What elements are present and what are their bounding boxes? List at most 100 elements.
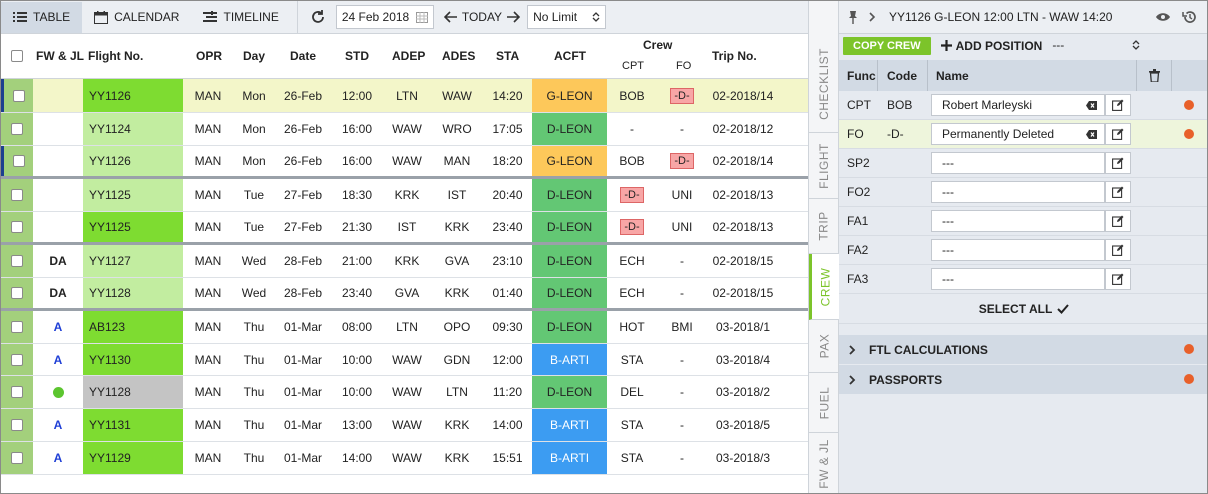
table-row[interactable]: DA YY1128 MAN Wed 28-Feb 23:40 GVA KRK 01:40 D-LE… [1,278,808,311]
fo-cell[interactable]: - [657,344,707,375]
add-position-button[interactable]: ADD POSITION [940,39,1042,53]
trip-cell[interactable]: 02-2018/13 [707,179,779,211]
fwjl-cell[interactable]: DA [33,278,83,308]
edit-button[interactable] [1105,94,1131,116]
trip-cell[interactable]: 02-2018/12 [707,113,779,145]
table-row[interactable]: A YY1130 MAN Thu 01-Mar 10:00 WAW GDN 12:00 B-ART… [1,344,808,376]
arrow-right-icon[interactable] [506,11,521,23]
tab-fw-jl[interactable]: FW & JL [809,433,839,493]
fo-cell[interactable]: UNI [657,179,707,211]
table-row[interactable]: YY1125 MAN Tue 27-Feb 18:30 KRK IST 20:40 D-LEON… [1,179,808,212]
tab-flight[interactable]: FLIGHT [809,133,839,199]
aircraft-cell[interactable]: D-LEON [532,278,607,308]
cpt-cell[interactable]: -D- [607,179,657,211]
trip-cell[interactable]: 02-2018/15 [707,278,779,308]
table-row[interactable]: A YY1129 MAN Thu 01-Mar 14:00 WAW KRK 15:51 B-ART… [1,442,808,475]
col-adep[interactable]: ADEP [392,49,425,63]
fo-cell[interactable]: - [657,245,707,277]
aircraft-cell[interactable]: D-LEON [532,245,607,277]
select-all-checkbox[interactable] [11,50,23,62]
cpt-cell[interactable]: BOB [607,146,657,176]
aircraft-cell[interactable]: D-LEON [532,179,607,211]
aircraft-cell[interactable]: D-LEON [532,113,607,145]
trip-cell[interactable]: 03-2018/3 [707,442,779,474]
cpt-cell[interactable]: STA [607,344,657,375]
position-select[interactable]: --- [1052,37,1142,55]
flight-number-cell[interactable]: YY1129 [83,442,183,474]
edit-button[interactable] [1105,181,1131,203]
row-checkbox[interactable] [11,221,23,233]
aircraft-cell[interactable]: B-ARTI [532,344,607,375]
fo-cell[interactable]: -D- [657,146,707,176]
fwjl-cell[interactable] [33,212,83,242]
edit-button[interactable] [1105,210,1131,232]
fwjl-cell[interactable] [33,79,83,112]
trip-cell[interactable]: 02-2018/15 [707,245,779,277]
pin-icon[interactable] [847,10,859,24]
table-view-button[interactable]: TABLE [1,1,83,33]
col-cpt[interactable]: CPT [622,60,644,72]
table-row[interactable]: DA YY1127 MAN Wed 28-Feb 21:00 KRK GVA 23:10 D-LE… [1,245,808,278]
date-picker[interactable]: 24 Feb 2018 [335,5,434,29]
crew-name-input[interactable]: --- [931,268,1105,290]
aircraft-cell[interactable]: D-LEON [532,376,607,408]
fwjl-cell[interactable]: A [33,409,83,441]
trip-cell[interactable]: 03-2018/2 [707,376,779,408]
cpt-cell[interactable]: -D- [607,212,657,242]
fo-cell[interactable]: - [657,278,707,308]
calendar-view-button[interactable]: CALENDAR [82,2,191,33]
tab-crew[interactable]: CREW [809,254,839,320]
chevron-right-icon[interactable] [867,11,877,23]
aircraft-cell[interactable]: B-ARTI [532,442,607,474]
row-checkbox[interactable] [12,155,25,167]
col-trip[interactable]: Trip No. [712,49,757,63]
aircraft-cell[interactable]: G-LEON [532,146,607,176]
flight-number-cell[interactable]: YY1125 [83,212,183,242]
row-checkbox[interactable] [11,189,23,201]
flight-number-cell[interactable]: YY1125 [83,179,183,211]
fo-cell[interactable]: - [657,409,707,441]
cpt-cell[interactable]: STA [607,442,657,474]
col-std[interactable]: STD [345,49,369,63]
table-row[interactable]: YY1125 MAN Tue 27-Feb 21:30 IST KRK 23:40 D-LEON… [1,212,808,245]
flight-number-cell[interactable]: YY1128 [83,278,183,308]
edit-button[interactable] [1105,123,1131,145]
flight-number-cell[interactable]: YY1130 [83,344,183,375]
fo-cell[interactable]: - [657,113,707,145]
fwjl-cell[interactable]: A [33,344,83,375]
flight-number-cell[interactable]: YY1131 [83,409,183,441]
col-fwjl[interactable]: FW & JL [36,49,84,63]
table-row[interactable]: YY1126 MAN Mon 26-Feb 16:00 WAW MAN 18:20 G-LEON… [1,146,808,179]
fo-cell[interactable]: -D- [657,79,707,112]
arrow-left-icon[interactable] [443,11,458,23]
fwjl-cell[interactable]: A [33,442,83,474]
fwjl-cell[interactable] [33,146,83,176]
trash-icon[interactable] [1149,69,1160,82]
tab-fuel[interactable]: FUEL [809,373,839,433]
trip-cell[interactable]: 02-2018/13 [707,212,779,242]
col-flight[interactable]: Flight No. [88,49,143,63]
aircraft-cell[interactable]: G-LEON [532,79,607,112]
refresh-icon[interactable] [310,9,326,25]
row-checkbox[interactable] [11,123,23,135]
row-checkbox[interactable] [11,386,23,398]
cpt-cell[interactable]: STA [607,409,657,441]
trip-cell[interactable]: 03-2018/5 [707,409,779,441]
edit-button[interactable] [1105,268,1131,290]
table-row[interactable]: YY1128 MAN Thu 01-Mar 10:00 WAW LTN 11:20 D-LEON… [1,376,808,409]
table-row[interactable]: A YY1131 MAN Thu 01-Mar 13:00 WAW KRK 14:00 B-ART… [1,409,808,442]
flight-number-cell[interactable]: YY1128 [83,376,183,408]
fo-cell[interactable]: BMI [657,311,707,343]
cpt-cell[interactable]: ECH [607,245,657,277]
edit-button[interactable] [1105,239,1131,261]
row-checkbox[interactable] [11,287,23,299]
col-fo[interactable]: FO [676,60,691,72]
crew-name-input[interactable]: Permanently Deleted [931,123,1105,145]
flight-number-cell[interactable]: YY1124 [83,113,183,145]
clear-icon[interactable] [1086,101,1097,110]
limit-select[interactable]: No Limit [527,5,607,29]
fo-cell[interactable]: - [657,376,707,408]
fo-cell[interactable]: - [657,442,707,474]
row-checkbox[interactable] [12,89,25,102]
trip-cell[interactable]: 03-2018/1 [707,311,779,343]
